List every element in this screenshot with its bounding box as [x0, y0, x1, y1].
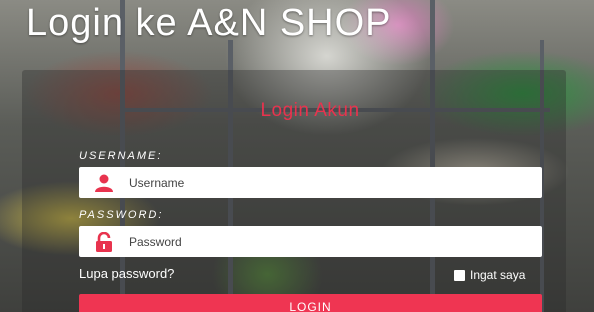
remember-me-checkbox[interactable] — [454, 269, 465, 281]
password-input[interactable] — [129, 234, 509, 249]
remember-me-label: Ingat saya — [470, 268, 526, 282]
username-label: USERNAME: — [79, 150, 163, 162]
form-title: Login Akun — [260, 100, 360, 121]
user-icon — [93, 172, 115, 194]
page-title: Login ke A&N SHOP — [26, 2, 392, 44]
forgot-password-link[interactable]: Lupa password? — [79, 266, 174, 281]
username-input[interactable] — [129, 175, 509, 190]
login-page: Login ke A&N SHOP Login Akun USERNAME: P… — [0, 0, 594, 312]
unlock-icon — [93, 231, 115, 253]
password-label: PASSWORD: — [79, 209, 164, 221]
remember-me[interactable]: Ingat saya — [454, 268, 525, 282]
username-field[interactable] — [79, 167, 542, 198]
password-field[interactable] — [79, 226, 542, 257]
login-button[interactable]: LOGIN — [79, 294, 542, 312]
